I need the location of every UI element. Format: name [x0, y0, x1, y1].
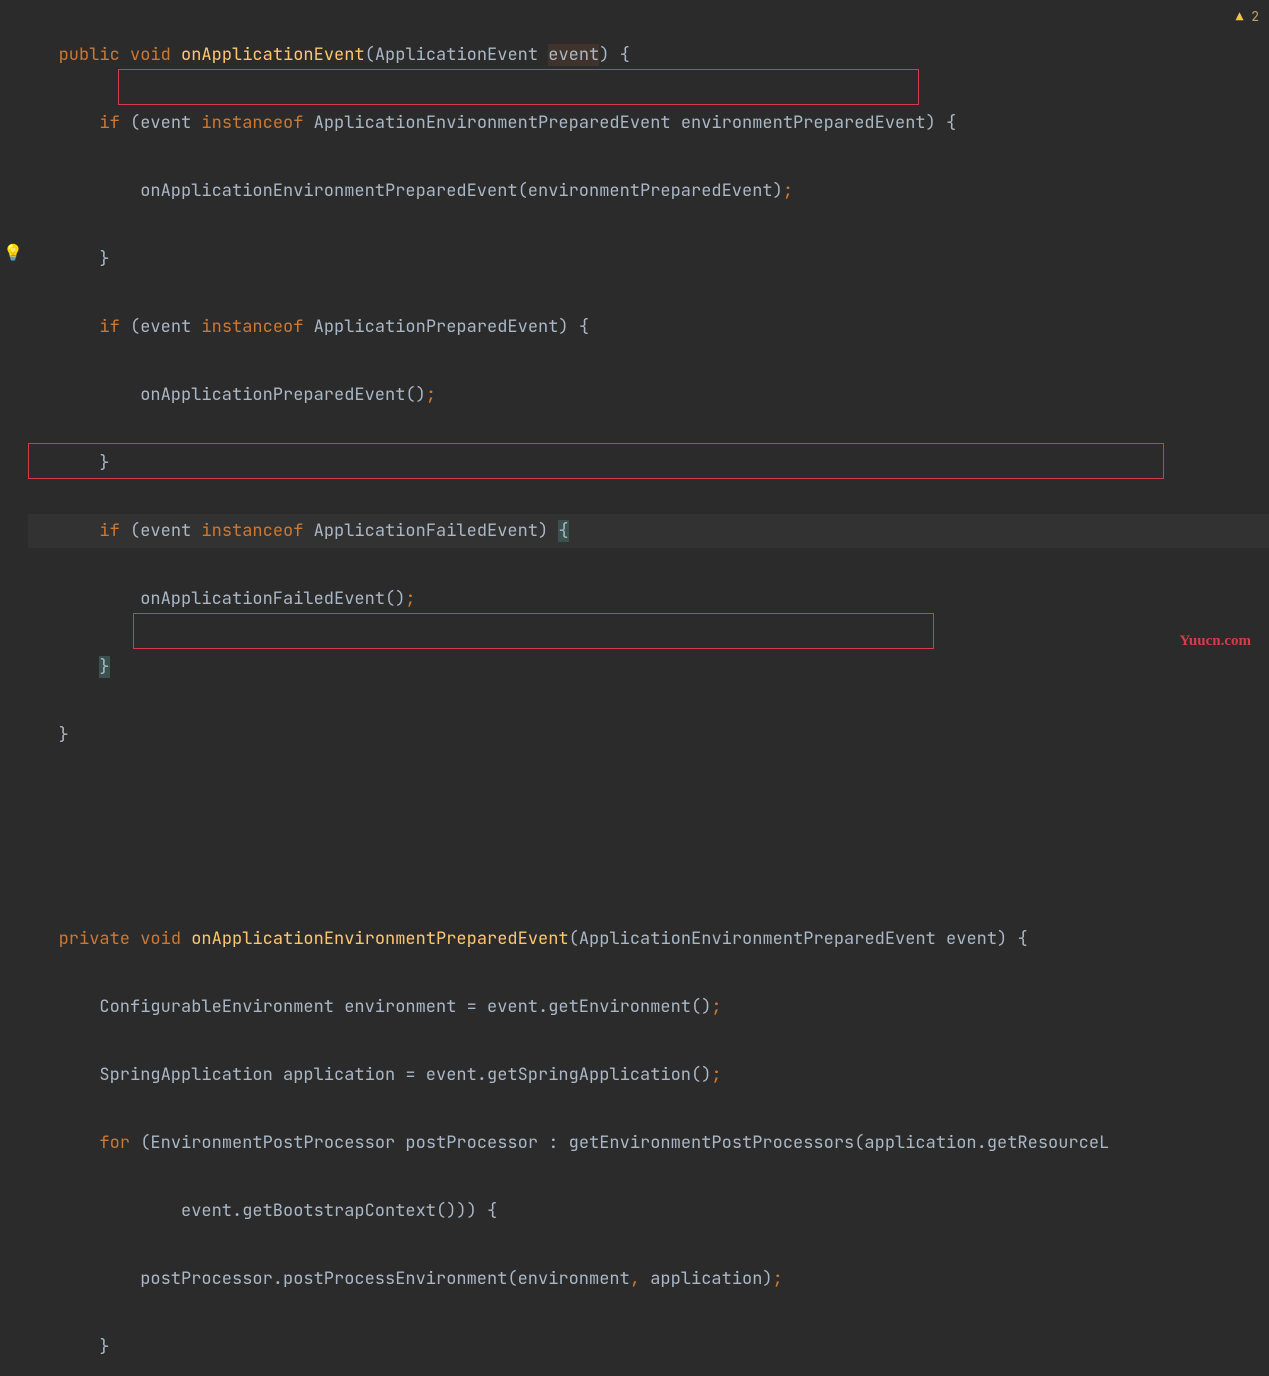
code-line: public void onApplicationEvent(Applicati…	[28, 38, 1269, 72]
code-line: }	[28, 718, 1269, 752]
code-line: for (EnvironmentPostProcessor postProces…	[28, 1126, 1269, 1160]
code-line: }	[28, 1330, 1269, 1364]
blank-line	[28, 854, 1269, 888]
watermark: Yuucn.com	[1179, 626, 1251, 656]
code-line: SpringApplication application = event.ge…	[28, 1058, 1269, 1092]
code-line: onApplicationEnvironmentPreparedEvent(en…	[28, 174, 1269, 208]
code-line: private void onApplicationEnvironmentPre…	[28, 922, 1269, 956]
code-line: ConfigurableEnvironment environment = ev…	[28, 990, 1269, 1024]
code-line: event.getBootstrapContext())) {	[28, 1194, 1269, 1228]
code-line: if (event instanceof ApplicationEnvironm…	[28, 106, 1269, 140]
code-line: }	[28, 446, 1269, 480]
code-line: onApplicationFailedEvent();	[28, 582, 1269, 616]
code-line: postProcessor.postProcessEnvironment(env…	[28, 1262, 1269, 1296]
code-line: onApplicationPreparedEvent();	[28, 378, 1269, 412]
code-line: if (event instanceof ApplicationFailedEv…	[28, 514, 1269, 548]
code-editor[interactable]: public void onApplicationEvent(Applicati…	[0, 0, 1269, 1376]
blank-line	[28, 786, 1269, 820]
code-line: if (event instanceof ApplicationPrepared…	[28, 310, 1269, 344]
code-line: }	[28, 242, 1269, 276]
code-line: }	[28, 650, 1269, 684]
